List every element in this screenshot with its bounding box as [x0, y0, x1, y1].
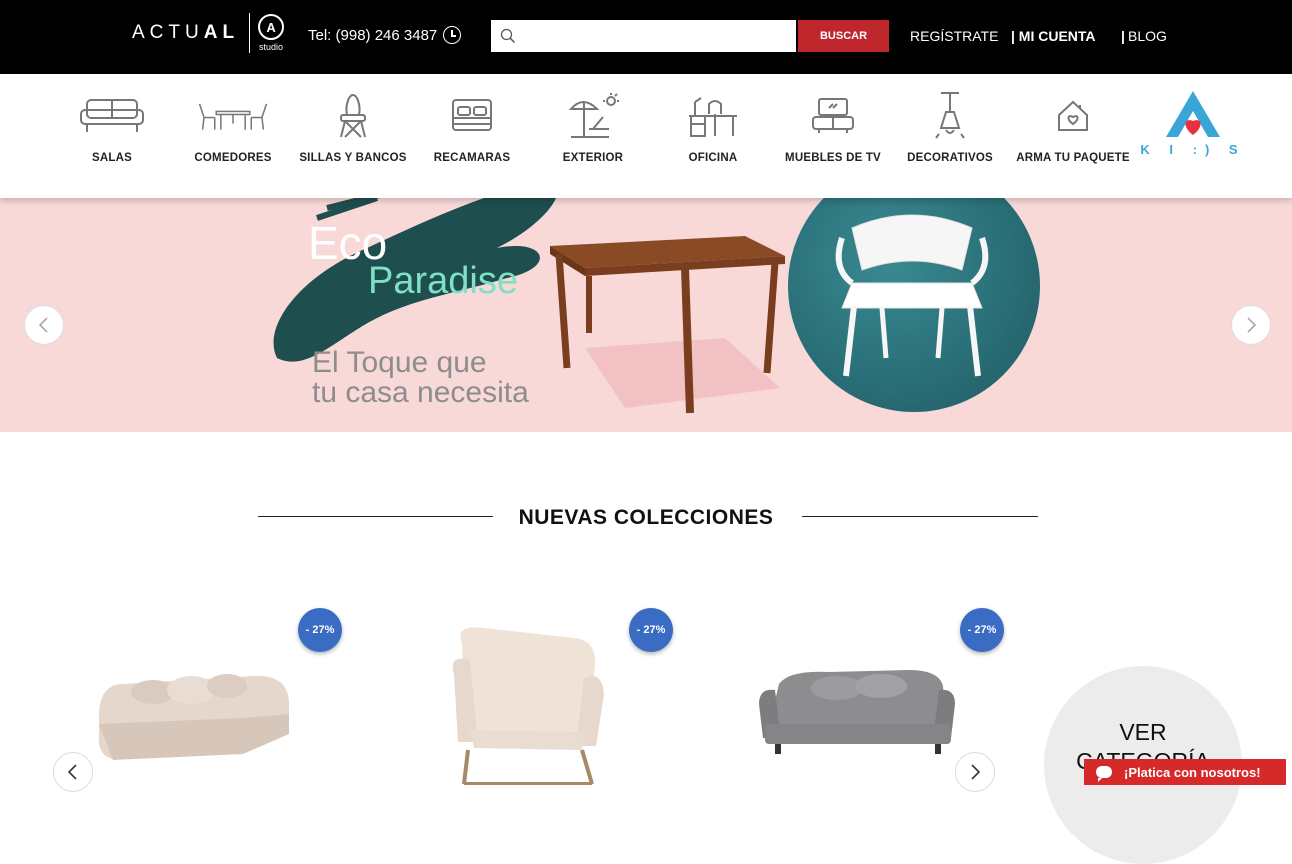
chat-bubble-icon [1096, 766, 1112, 782]
banner-title-paradise: Paradise [368, 260, 518, 302]
category-nav: SALAS COMEDORES SILLAS Y BANCOS RECAMARA… [0, 74, 1292, 198]
white-chair-image [835, 214, 989, 377]
kids-label: K I :) S [1140, 142, 1246, 157]
product-card-armchair[interactable] [424, 614, 620, 785]
search-input[interactable] [525, 21, 785, 51]
tagline-line-2: tu casa necesita [312, 376, 529, 409]
bed-icon [437, 90, 507, 142]
nav-label: RECAMARAS [433, 152, 511, 164]
wooden-table-image [550, 236, 785, 414]
chevron-left-icon [67, 764, 77, 780]
chevron-right-icon [971, 764, 981, 780]
product-card-grey-sofa[interactable] [759, 614, 955, 785]
nav-item-muebles-de-tv[interactable]: MUEBLES DE TV [773, 90, 893, 164]
hero-banner[interactable]: Eco Paradise El Toque que tu casa necesi… [0, 198, 1292, 432]
products-next-button[interactable] [955, 752, 995, 792]
discount-badge: - 27% [629, 608, 673, 652]
house-heart-icon [1038, 90, 1108, 142]
nav-item-sillas-y-bancos[interactable]: SILLAS Y BANCOS [293, 90, 413, 164]
product-card-sectional-sofa[interactable] [93, 614, 289, 785]
phone-number[interactable]: Tel: (998) 246 3487 [308, 26, 462, 44]
chevron-right-icon [1247, 317, 1257, 333]
banner-prev-button[interactable] [24, 305, 64, 345]
nav-item-oficina[interactable]: OFICINA [653, 90, 773, 164]
logo-mark: A studio [258, 14, 285, 52]
sectional-sofa-image [98, 674, 289, 760]
actual-studio-logo[interactable]: ACTUAL A studio [132, 12, 285, 54]
nav-label: COMEDORES [194, 152, 272, 164]
blog-separator: | [1121, 28, 1125, 44]
logo-wordmark: ACTUAL [132, 22, 240, 43]
nav-item-recamaras[interactable]: RECAMARAS [412, 90, 532, 164]
banner-tagline: El Toque que tu casa necesita [312, 348, 529, 408]
discount-badge: - 27% [960, 608, 1004, 652]
title-rule-right [802, 516, 1038, 517]
products-prev-button[interactable] [53, 752, 93, 792]
tv-unit-icon [798, 90, 868, 142]
phone-text: Tel: (998) 246 3487 [308, 26, 438, 44]
nav-item-comedores[interactable]: COMEDORES [173, 90, 293, 164]
pendant-lamp-icon [915, 90, 985, 142]
nav-item-kids[interactable]: K I :) S [1133, 88, 1253, 157]
section-title: NUEVAS COLECCIONES [518, 506, 774, 529]
blog-link[interactable]: BLOG [1128, 28, 1167, 44]
logo-studio-label: studio [259, 42, 284, 52]
nav-item-decorativos[interactable]: DECORATIVOS [890, 90, 1010, 164]
nav-label: OFICINA [688, 152, 738, 164]
nav-label: SILLAS Y BANCOS [299, 152, 407, 164]
grey-sofa-image [759, 670, 955, 754]
clock-icon [443, 26, 462, 44]
register-link[interactable]: REGÍSTRATE [910, 28, 998, 44]
chat-label: ¡Platica con nosotros! [1124, 764, 1261, 780]
sun-lounger-icon [558, 90, 628, 142]
nav-item-arma-tu-paquete[interactable]: ARMA TU PAQUETE [1013, 90, 1133, 164]
tagline-line-1: El Toque que [312, 346, 487, 379]
banner-next-button[interactable] [1231, 305, 1271, 345]
nav-item-salas[interactable]: SALAS [52, 90, 172, 164]
sofa-icon [77, 90, 147, 142]
top-bar: ACTUAL A studio Tel: (998) 246 3487 BUSC… [0, 0, 1292, 74]
search-icon [491, 20, 525, 52]
nav-label: MUEBLES DE TV [785, 152, 881, 164]
view-category-line-1: VER [1119, 719, 1167, 745]
chat-widget-button[interactable]: ¡Platica con nosotros! [1084, 759, 1286, 785]
search-box [491, 20, 796, 52]
my-account-link[interactable]: | MI CUENTA [1011, 28, 1096, 44]
nav-label: DECORATIVOS [907, 152, 993, 164]
desk-icon [678, 90, 748, 142]
armchair-image [452, 627, 604, 785]
nav-label: ARMA TU PAQUETE [1016, 152, 1130, 164]
chevron-left-icon [38, 317, 48, 333]
kids-logo-icon [1158, 88, 1228, 140]
search-button[interactable]: BUSCAR [798, 20, 889, 52]
logo-a-icon: A [258, 14, 285, 40]
logo-divider [249, 13, 251, 53]
nav-label: EXTERIOR [562, 152, 624, 164]
chair-icon [318, 90, 388, 142]
nav-item-exterior[interactable]: EXTERIOR [533, 90, 653, 164]
dining-table-icon [198, 90, 268, 142]
discount-badge: - 27% [298, 608, 342, 652]
nav-label: SALAS [92, 152, 132, 164]
